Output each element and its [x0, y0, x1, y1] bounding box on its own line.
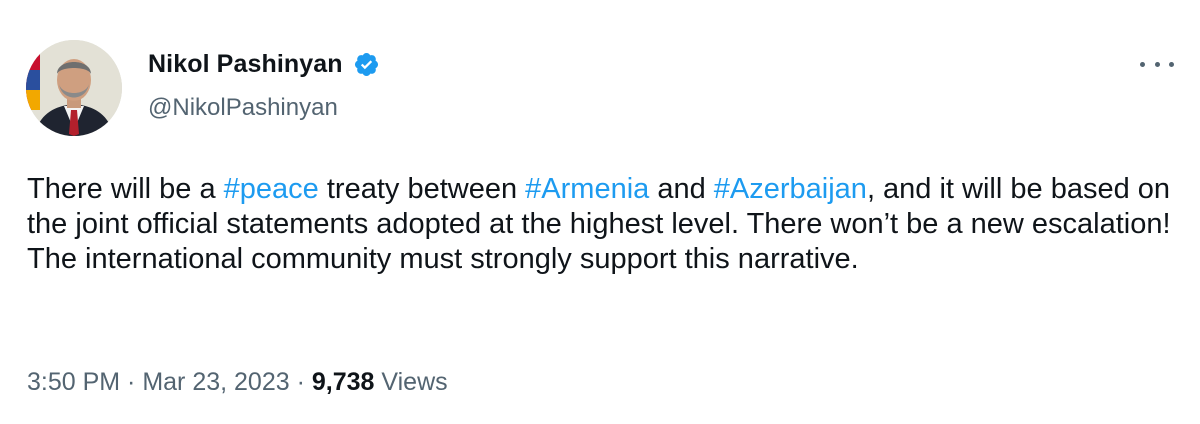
hashtag-link-armenia[interactable]: #Armenia — [525, 173, 649, 205]
more-dot — [1140, 61, 1145, 67]
author-name-row: Nikol Pashinyan — [148, 50, 380, 79]
tweet-card: Nikol Pashinyan @NikolPashinyan There wi… — [0, 0, 1200, 424]
views-count: 9,738 — [311, 368, 375, 396]
tweet-text-segment: There will be a — [27, 173, 224, 205]
more-dot — [1154, 61, 1160, 67]
author-handle[interactable]: @NikolPashinyan — [148, 94, 338, 122]
verified-badge-icon — [353, 51, 380, 78]
meta-separator: · — [120, 368, 143, 396]
more-options-icon[interactable] — [1140, 52, 1174, 76]
tweet-text: There will be a #peace treaty between #A… — [27, 172, 1177, 277]
hashtag-link-azerbaijan[interactable]: #Azerbaijan — [714, 173, 867, 205]
hashtag-link-peace[interactable]: #peace — [224, 173, 319, 205]
views-label: Views — [374, 368, 448, 396]
tweet-date[interactable]: Mar 23, 2023 — [142, 368, 289, 396]
avatar[interactable] — [26, 40, 122, 136]
author-display-name[interactable]: Nikol Pashinyan — [148, 50, 343, 79]
tweet-text-segment: and — [649, 173, 714, 205]
more-dot — [1169, 61, 1174, 67]
meta-separator: · — [289, 368, 312, 396]
avatar-photo — [26, 40, 122, 136]
tweet-text-segment: treaty between — [318, 173, 526, 205]
tweet-time[interactable]: 3:50 PM — [27, 368, 120, 396]
tweet-meta: 3:50 PM · Mar 23, 2023 · 9,738 Views — [27, 368, 448, 397]
